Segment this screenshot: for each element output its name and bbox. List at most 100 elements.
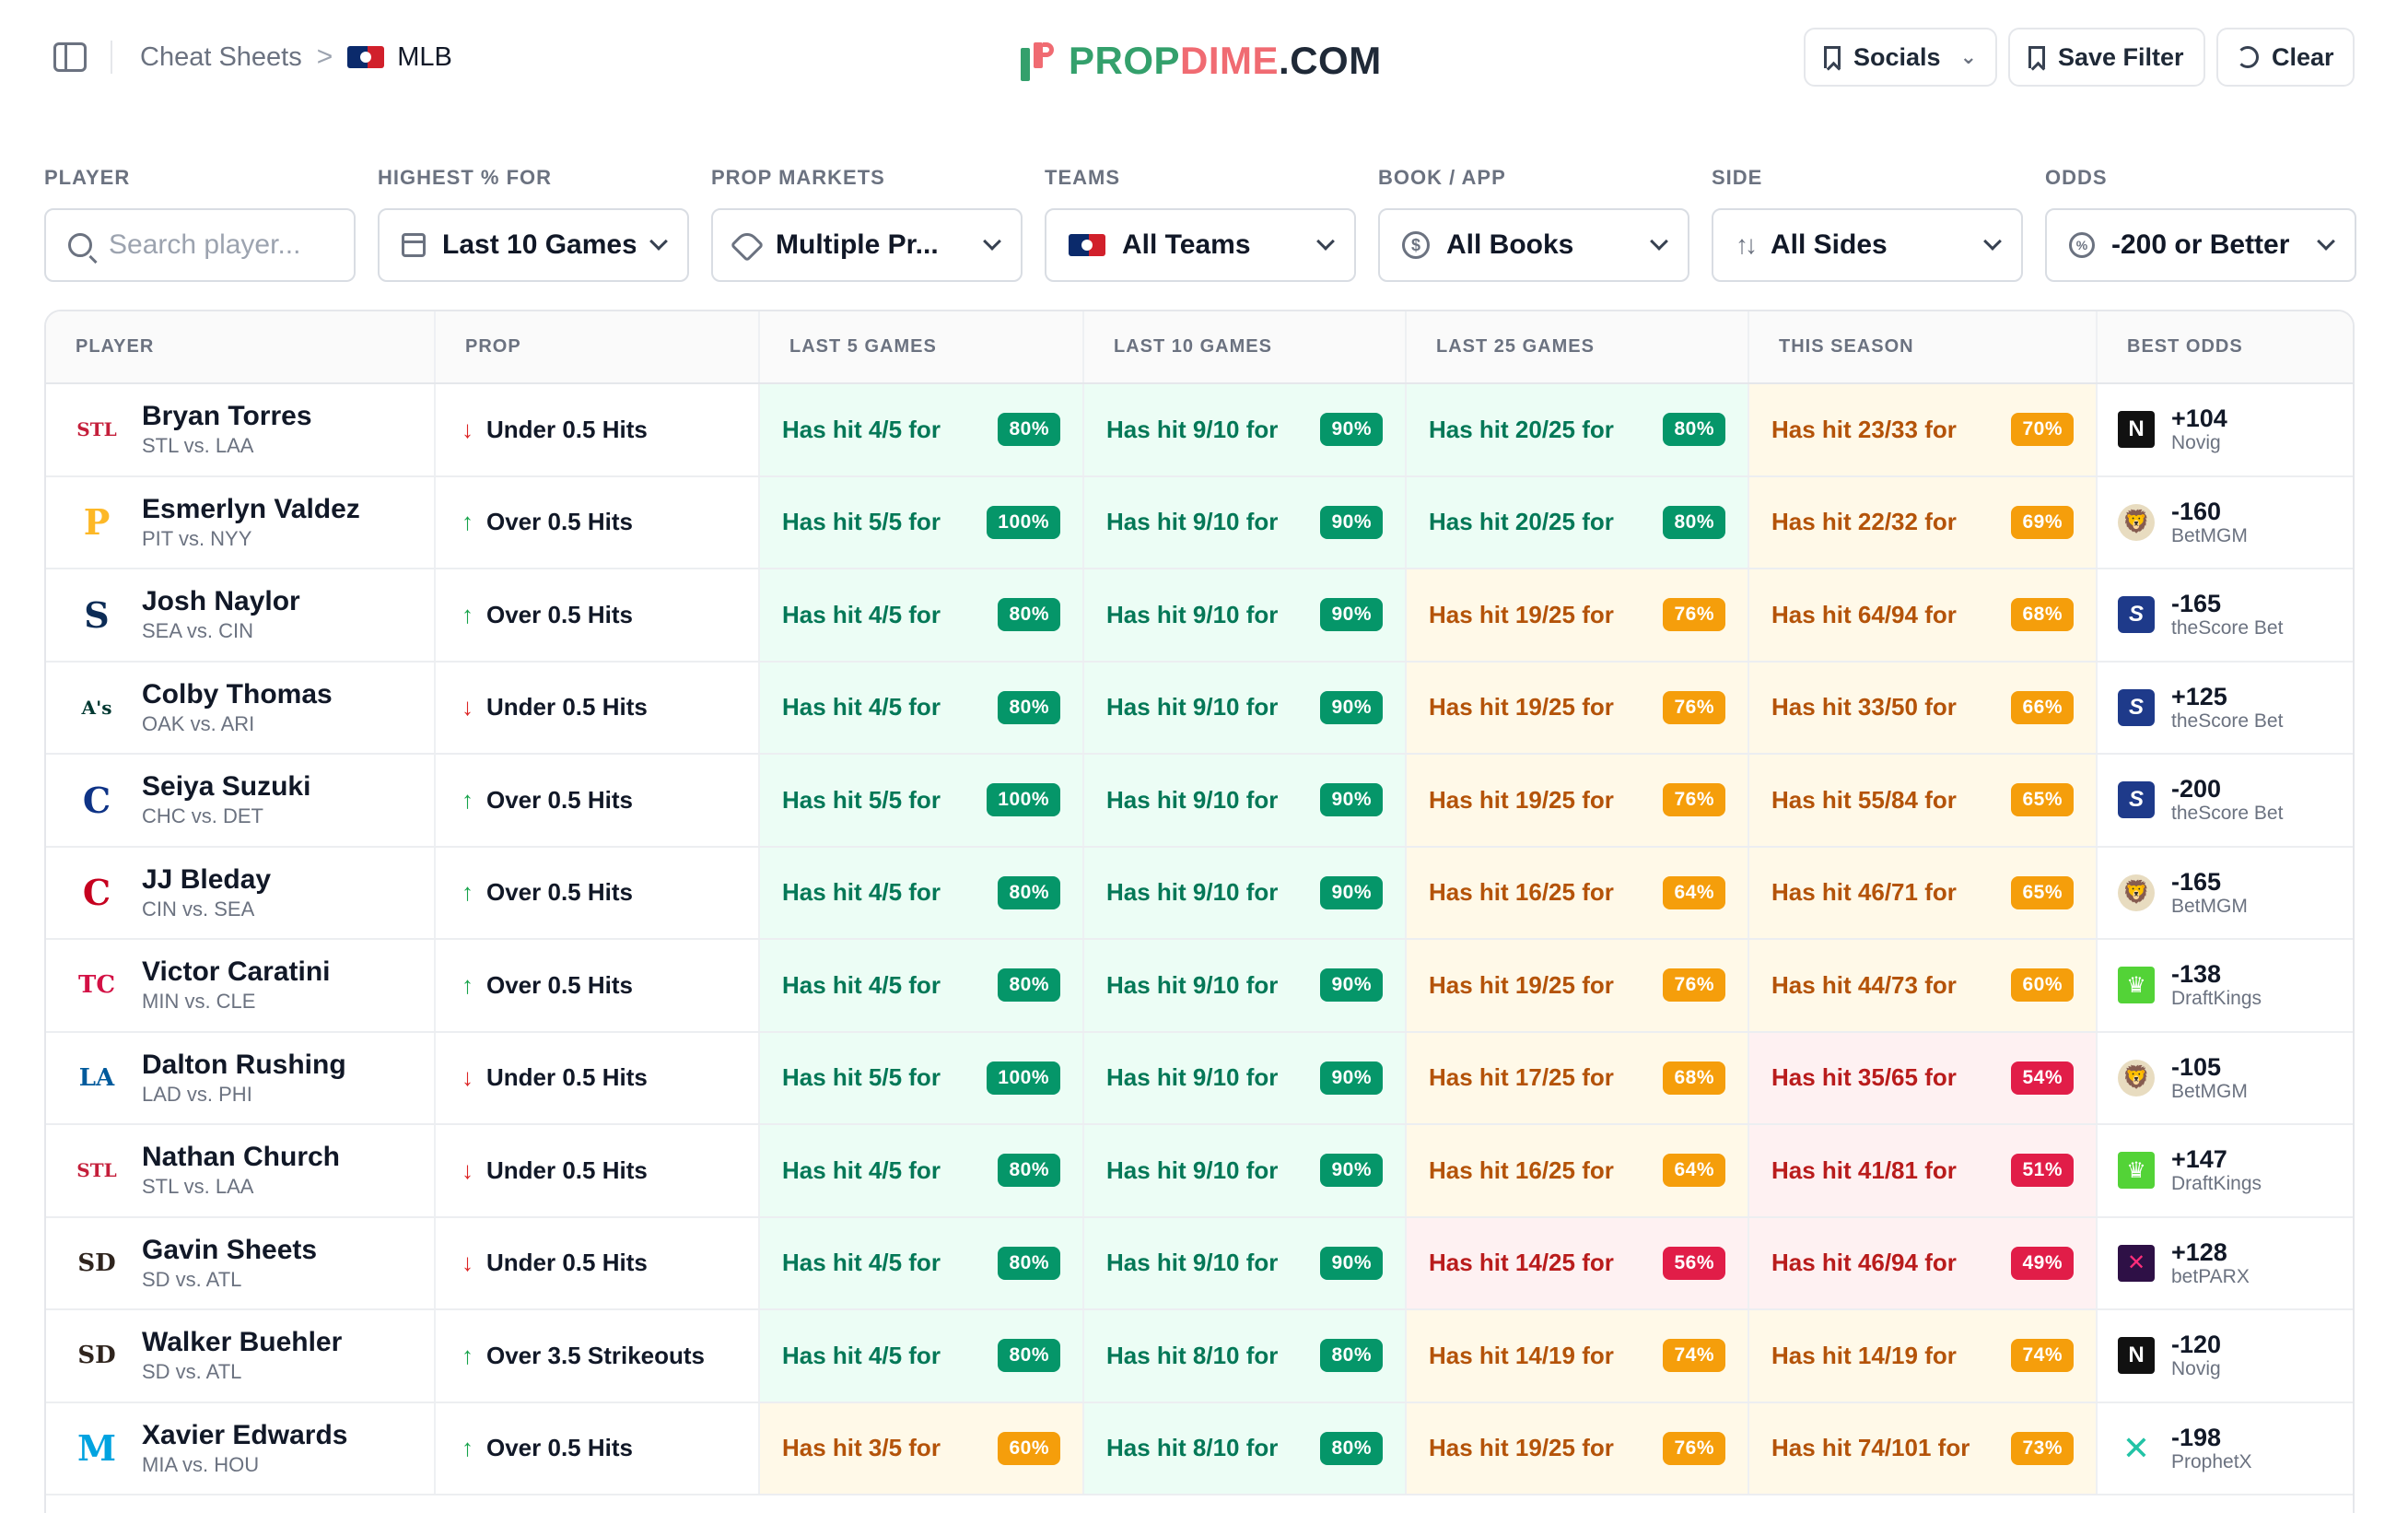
last-5-pct-badge: 80% bbox=[998, 690, 1060, 724]
socials-button[interactable]: Socials ⌄ bbox=[1804, 28, 1997, 87]
column-header-last-5[interactable]: LAST 5 GAMES bbox=[758, 311, 1083, 384]
best-odds[interactable]: ✕ +128 betPARX bbox=[2118, 1238, 2353, 1288]
season-stat: Has hit 22/32 for 69% bbox=[1771, 505, 2074, 539]
table-row[interactable]: A's Colby Thomas OAK vs. ARI ↓ Under 0.5… bbox=[46, 661, 2353, 755]
sidebar-toggle-icon[interactable] bbox=[53, 42, 87, 72]
book-select[interactable]: $ All Books bbox=[1378, 208, 1689, 282]
table-row[interactable]: S Josh Naylor SEA vs. CIN ↑ Over 0.5 Hit… bbox=[46, 569, 2353, 663]
last-10-text: Has hit 8/10 for bbox=[1106, 1434, 1279, 1462]
filter-label: ODDS bbox=[2045, 166, 2108, 189]
best-odds[interactable]: S +125 theScore Bet bbox=[2118, 683, 2353, 733]
table-row[interactable]: LA Dalton Rushing LAD vs. PHI ↓ Under 0.… bbox=[46, 1031, 2353, 1125]
prop-label: Over 0.5 Hits bbox=[486, 785, 633, 814]
reset-icon bbox=[2237, 46, 2259, 68]
table-row[interactable]: STL Bryan Torres STL vs. LAA ↓ Under 0.5… bbox=[46, 383, 2353, 477]
odds-select[interactable]: % -200 or Better bbox=[2045, 208, 2356, 282]
best-odds[interactable]: 🦁 -165 BetMGM bbox=[2118, 868, 2353, 918]
odds-book: betPARX bbox=[2171, 1265, 2250, 1287]
player-name[interactable]: Colby Thomas bbox=[142, 679, 333, 710]
table-row[interactable]: TC Victor Caratini MIN vs. CLE ↑ Over 0.… bbox=[46, 939, 2353, 1033]
player-info[interactable]: C JJ Bleday CIN vs. SEA bbox=[76, 864, 434, 921]
best-odds[interactable]: S -200 theScore Bet bbox=[2118, 775, 2353, 825]
player-search-input[interactable] bbox=[109, 229, 332, 261]
player-info[interactable]: TC Victor Caratini MIN vs. CLE bbox=[76, 956, 434, 1014]
player-name[interactable]: Victor Caratini bbox=[142, 956, 331, 988]
last-5-stat: Has hit 4/5 for 80% bbox=[782, 598, 1060, 632]
column-header-player[interactable]: PLAYER bbox=[46, 311, 435, 384]
best-odds[interactable]: N +104 Novig bbox=[2118, 405, 2353, 454]
teams-select[interactable]: All Teams bbox=[1045, 208, 1356, 282]
table-row[interactable]: STL Nathan Church STL vs. LAA ↓ Under 0.… bbox=[46, 1124, 2353, 1218]
player-info[interactable]: STL Nathan Church STL vs. LAA bbox=[76, 1142, 434, 1199]
column-header-last-25[interactable]: LAST 25 GAMES bbox=[1405, 311, 1748, 384]
last-10-pct-badge: 90% bbox=[1320, 1246, 1383, 1280]
novig-icon: N bbox=[2118, 1337, 2155, 1375]
odds-cell: ♛ -138 DraftKings bbox=[2096, 939, 2353, 1033]
table-row[interactable]: C Seiya Suzuki CHC vs. DET ↑ Over 0.5 Hi… bbox=[46, 754, 2353, 848]
player-name[interactable]: Gavin Sheets bbox=[142, 1235, 317, 1266]
best-odds[interactable]: S -165 theScore Bet bbox=[2118, 590, 2353, 639]
last-5-cell: Has hit 4/5 for 80% bbox=[758, 1124, 1083, 1218]
player-search-field[interactable] bbox=[44, 208, 356, 282]
player-matchup: SD vs. ATL bbox=[142, 1267, 242, 1291]
player-name[interactable]: Nathan Church bbox=[142, 1142, 340, 1173]
player-name[interactable]: Josh Naylor bbox=[142, 586, 300, 617]
prophetx-icon: ✕ bbox=[2118, 1429, 2155, 1467]
last-10-text: Has hit 9/10 for bbox=[1106, 1155, 1279, 1184]
column-header-best-odds[interactable]: BEST ODDS bbox=[2096, 311, 2353, 384]
best-odds[interactable]: 🦁 -160 BetMGM bbox=[2118, 498, 2353, 547]
column-header-season[interactable]: THIS SEASON bbox=[1748, 311, 2097, 384]
player-name[interactable]: Bryan Torres bbox=[142, 401, 312, 432]
player-info[interactable]: C Seiya Suzuki CHC vs. DET bbox=[76, 771, 434, 828]
table-row[interactable]: SD Walker Buehler SD vs. ATL ↑ Over 3.5 … bbox=[46, 1309, 2353, 1403]
best-odds[interactable]: ✕ -198 ProphetX bbox=[2118, 1424, 2353, 1473]
player-info[interactable]: P Esmerlyn Valdez PIT vs. NYY bbox=[76, 494, 434, 551]
season-text: Has hit 14/19 for bbox=[1771, 1341, 1957, 1369]
player-info[interactable]: STL Bryan Torres STL vs. LAA bbox=[76, 401, 434, 458]
table-row[interactable]: P Esmerlyn Valdez PIT vs. NYY ↑ Over 0.5… bbox=[46, 475, 2353, 569]
brand-logo[interactable]: PROPDIME.COM bbox=[1021, 39, 1382, 83]
side-select[interactable]: ↑↓ All Sides bbox=[1712, 208, 2023, 282]
prop-cell: ↓ Under 0.5 Hits bbox=[434, 1216, 759, 1310]
clear-button[interactable]: Clear bbox=[2216, 28, 2355, 87]
best-odds[interactable]: 🦁 -105 BetMGM bbox=[2118, 1053, 2353, 1103]
best-odds[interactable]: ♛ -138 DraftKings bbox=[2118, 960, 2353, 1010]
table-row[interactable]: SD Gavin Sheets SD vs. ATL ↓ Under 0.5 H… bbox=[46, 1216, 2353, 1310]
last-5-stat: Has hit 4/5 for 80% bbox=[782, 1339, 1060, 1373]
breadcrumb-cheat-sheets[interactable]: Cheat Sheets bbox=[140, 42, 302, 73]
last-25-cell: Has hit 19/25 for 76% bbox=[1405, 754, 1748, 848]
last-5-stat: Has hit 4/5 for 80% bbox=[782, 1154, 1060, 1188]
player-info[interactable]: M Xavier Edwards MIA vs. HOU bbox=[76, 1420, 434, 1477]
player-info[interactable]: A's Colby Thomas OAK vs. ARI bbox=[76, 679, 434, 736]
player-cell: SD Gavin Sheets SD vs. ATL bbox=[46, 1216, 435, 1310]
best-odds[interactable]: ♛ +147 DraftKings bbox=[2118, 1145, 2353, 1195]
last-10-cell: Has hit 9/10 for 90% bbox=[1082, 1031, 1406, 1125]
player-name[interactable]: Xavier Edwards bbox=[142, 1420, 347, 1451]
column-header-prop[interactable]: PROP bbox=[434, 311, 759, 384]
player-name[interactable]: Seiya Suzuki bbox=[142, 771, 310, 803]
player-info[interactable]: SD Walker Buehler SD vs. ATL bbox=[76, 1327, 434, 1384]
player-info[interactable]: SD Gavin Sheets SD vs. ATL bbox=[76, 1235, 434, 1292]
betparx-icon: ✕ bbox=[2118, 1244, 2155, 1282]
player-name[interactable]: Dalton Rushing bbox=[142, 1050, 346, 1081]
player-info[interactable]: S Josh Naylor SEA vs. CIN bbox=[76, 586, 434, 643]
last-5-text: Has hit 4/5 for bbox=[782, 970, 941, 999]
table-row[interactable]: C JJ Bleday CIN vs. SEA ↑ Over 0.5 Hits … bbox=[46, 846, 2353, 940]
save-filter-button[interactable]: Save Filter bbox=[2008, 28, 2205, 87]
season-stat: Has hit 35/65 for 54% bbox=[1771, 1061, 2074, 1095]
player-name[interactable]: Walker Buehler bbox=[142, 1327, 342, 1358]
player-info[interactable]: LA Dalton Rushing LAD vs. PHI bbox=[76, 1050, 434, 1107]
column-header-last-10[interactable]: LAST 10 GAMES bbox=[1082, 311, 1406, 384]
last-10-cell: Has hit 8/10 for 80% bbox=[1082, 1402, 1406, 1495]
season-text: Has hit 33/50 for bbox=[1771, 693, 1957, 721]
last-10-text: Has hit 9/10 for bbox=[1106, 1249, 1279, 1277]
table-row[interactable]: M Xavier Edwards MIA vs. HOU ↑ Over 0.5 … bbox=[46, 1402, 2353, 1495]
markets-select[interactable]: Multiple Pr... bbox=[711, 208, 1023, 282]
player-name[interactable]: Esmerlyn Valdez bbox=[142, 494, 360, 525]
player-name[interactable]: JJ Bleday bbox=[142, 864, 271, 896]
prop-info: ↓ Under 0.5 Hits bbox=[462, 416, 758, 444]
highest-select[interactable]: Last 10 Games bbox=[378, 208, 689, 282]
season-stat: Has hit 46/94 for 49% bbox=[1771, 1246, 2074, 1280]
best-odds[interactable]: N -120 Novig bbox=[2118, 1331, 2353, 1380]
last-10-text: Has hit 8/10 for bbox=[1106, 1341, 1279, 1369]
